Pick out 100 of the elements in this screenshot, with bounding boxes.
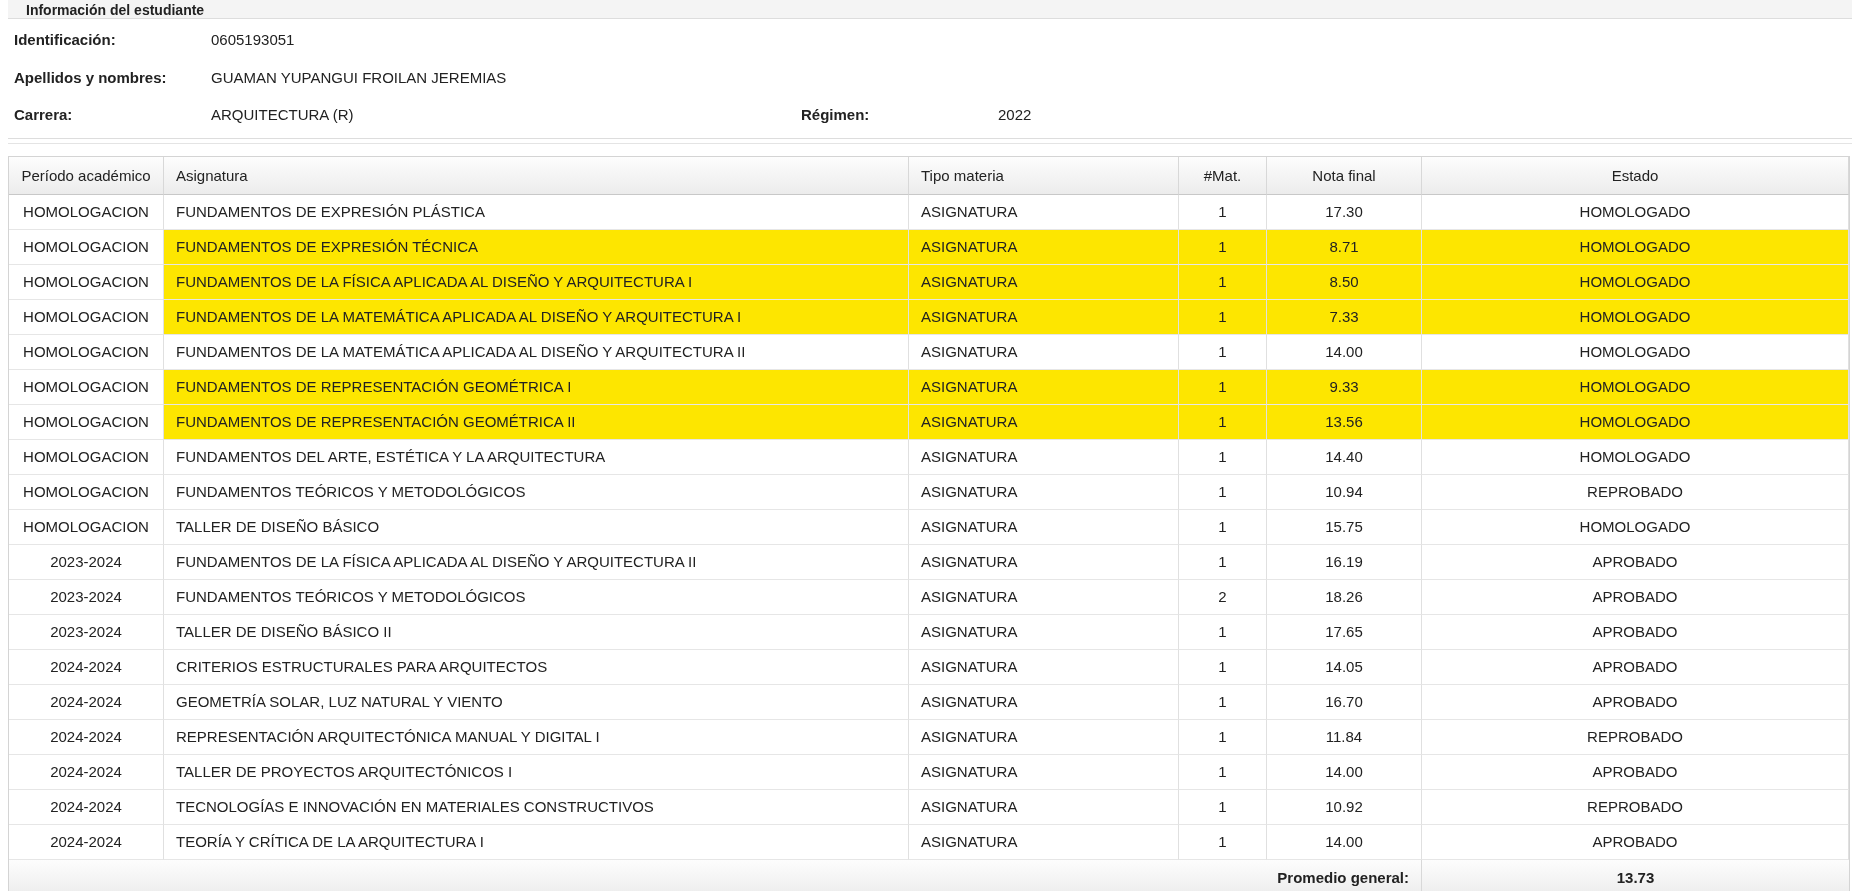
type-cell: ASIGNATURA	[909, 369, 1179, 405]
status-cell: APROBADO	[1422, 544, 1849, 580]
subject-cell: CRITERIOS ESTRUCTURALES PARA ARQUITECTOS	[164, 649, 909, 685]
type-cell: ASIGNATURA	[909, 229, 1179, 265]
field-value: GUAMAN YUPANGUI FROILAN JEREMIAS	[211, 68, 508, 86]
grade-cell: 13.56	[1267, 404, 1422, 440]
status-cell: APROBADO	[1422, 649, 1849, 685]
count-cell: 2	[1179, 579, 1267, 615]
grade-cell: 14.00	[1267, 824, 1422, 860]
count-cell: 1	[1179, 754, 1267, 790]
period-cell: HOMOLOGACION	[9, 194, 164, 230]
count-cell: 1	[1179, 614, 1267, 650]
status-cell: APROBADO	[1422, 614, 1849, 650]
period-cell: 2024-2024	[9, 719, 164, 755]
grade-cell: 11.84	[1267, 719, 1422, 755]
type-cell: ASIGNATURA	[909, 544, 1179, 580]
status-cell: REPROBADO	[1422, 474, 1849, 510]
subject-cell: FUNDAMENTOS DE EXPRESIÓN TÉCNICA	[164, 229, 909, 265]
subject-cell: TEORÍA Y CRÍTICA DE LA ARQUITECTURA I	[164, 824, 909, 860]
type-cell: ASIGNATURA	[909, 299, 1179, 335]
subject-cell: TALLER DE DISEÑO BÁSICO	[164, 509, 909, 545]
grade-cell: 14.05	[1267, 649, 1422, 685]
column-header[interactable]: #Mat.	[1179, 156, 1267, 195]
status-cell: HOMOLOGADO	[1422, 194, 1849, 230]
period-cell: 2023-2024	[9, 544, 164, 580]
average-value: 13.73	[1422, 859, 1849, 891]
type-cell: ASIGNATURA	[909, 754, 1179, 790]
status-cell: HOMOLOGADO	[1422, 509, 1849, 545]
type-cell: ASIGNATURA	[909, 824, 1179, 860]
period-cell: HOMOLOGACION	[9, 474, 164, 510]
count-cell: 1	[1179, 824, 1267, 860]
grade-cell: 18.26	[1267, 579, 1422, 615]
grade-cell: 17.30	[1267, 194, 1422, 230]
period-cell: 2024-2024	[9, 649, 164, 685]
count-cell: 1	[1179, 439, 1267, 475]
period-cell: 2023-2024	[9, 614, 164, 650]
status-cell: HOMOLOGADO	[1422, 334, 1849, 370]
type-cell: ASIGNATURA	[909, 719, 1179, 755]
period-cell: 2024-2024	[9, 824, 164, 860]
period-cell: 2024-2024	[9, 754, 164, 790]
count-cell: 1	[1179, 299, 1267, 335]
subject-cell: REPRESENTACIÓN ARQUITECTÓNICA MANUAL Y DIGITAL I	[164, 719, 909, 755]
status-cell: APROBADO	[1422, 754, 1849, 790]
type-cell: ASIGNATURA	[909, 579, 1179, 615]
type-cell: ASIGNATURA	[909, 404, 1179, 440]
count-cell: 1	[1179, 719, 1267, 755]
period-cell: 2024-2024	[9, 684, 164, 720]
status-cell: HOMOLOGADO	[1422, 439, 1849, 475]
subject-cell: FUNDAMENTOS DE LA MATEMÁTICA APLICADA AL DISEÑO Y ARQUITECTURA I	[164, 299, 909, 335]
subject-cell: FUNDAMENTOS DE REPRESENTACIÓN GEOMÉTRICA I	[164, 369, 909, 405]
type-cell: ASIGNATURA	[909, 334, 1179, 370]
subject-cell: FUNDAMENTOS DE REPRESENTACIÓN GEOMÉTRICA II	[164, 404, 909, 440]
field-label: Apellidos y nombres:	[14, 68, 168, 86]
subject-cell: FUNDAMENTOS TEÓRICOS Y METODOLÓGICOS	[164, 474, 909, 510]
status-cell: HOMOLOGADO	[1422, 404, 1849, 440]
count-cell: 1	[1179, 194, 1267, 230]
column-header[interactable]: Asignatura	[164, 156, 909, 195]
subject-cell: GEOMETRÍA SOLAR, LUZ NATURAL Y VIENTO	[164, 684, 909, 720]
column-header[interactable]: Nota final	[1267, 156, 1422, 195]
period-cell: HOMOLOGACION	[9, 404, 164, 440]
period-cell: HOMOLOGACION	[9, 334, 164, 370]
type-cell: ASIGNATURA	[909, 649, 1179, 685]
grade-cell: 10.92	[1267, 789, 1422, 825]
type-cell: ASIGNATURA	[909, 264, 1179, 300]
subject-cell: FUNDAMENTOS DE LA FÍSICA APLICADA AL DISEÑO Y ARQUITECTURA I	[164, 264, 909, 300]
subject-cell: FUNDAMENTOS DE LA FÍSICA APLICADA AL DISEÑO Y ARQUITECTURA II	[164, 544, 909, 580]
grade-cell: 14.00	[1267, 754, 1422, 790]
type-cell: ASIGNATURA	[909, 684, 1179, 720]
column-header[interactable]: Tipo materia	[909, 156, 1179, 195]
period-cell: 2023-2024	[9, 579, 164, 615]
grade-cell: 14.00	[1267, 334, 1422, 370]
field-value: 2022	[998, 106, 1033, 124]
status-cell: HOMOLOGADO	[1422, 369, 1849, 405]
status-cell: APROBADO	[1422, 684, 1849, 720]
period-cell: HOMOLOGACION	[9, 299, 164, 335]
count-cell: 1	[1179, 649, 1267, 685]
column-header[interactable]: Estado	[1422, 156, 1849, 195]
type-cell: ASIGNATURA	[909, 789, 1179, 825]
grade-cell: 16.19	[1267, 544, 1422, 580]
grade-cell: 16.70	[1267, 684, 1422, 720]
status-cell: REPROBADO	[1422, 719, 1849, 755]
grade-cell: 9.33	[1267, 369, 1422, 405]
column-header[interactable]: Período académico	[9, 156, 164, 195]
period-cell: HOMOLOGACION	[9, 369, 164, 405]
count-cell: 1	[1179, 334, 1267, 370]
status-cell: HOMOLOGADO	[1422, 299, 1849, 335]
grade-cell: 17.65	[1267, 614, 1422, 650]
type-cell: ASIGNATURA	[909, 439, 1179, 475]
field-label: Identificación:	[14, 31, 117, 49]
subject-cell: FUNDAMENTOS DE LA MATEMÁTICA APLICADA AL DISEÑO Y ARQUITECTURA II	[164, 334, 909, 370]
period-cell: HOMOLOGACION	[9, 264, 164, 300]
subject-cell: FUNDAMENTOS DEL ARTE, ESTÉTICA Y LA ARQUITECTURA	[164, 439, 909, 475]
count-cell: 1	[1179, 789, 1267, 825]
field-label: Carrera:	[14, 106, 74, 124]
status-cell: APROBADO	[1422, 824, 1849, 860]
grade-cell: 8.50	[1267, 264, 1422, 300]
status-cell: APROBADO	[1422, 579, 1849, 615]
count-cell: 1	[1179, 404, 1267, 440]
type-cell: ASIGNATURA	[909, 614, 1179, 650]
subject-cell: FUNDAMENTOS DE EXPRESIÓN PLÁSTICA	[164, 194, 909, 230]
